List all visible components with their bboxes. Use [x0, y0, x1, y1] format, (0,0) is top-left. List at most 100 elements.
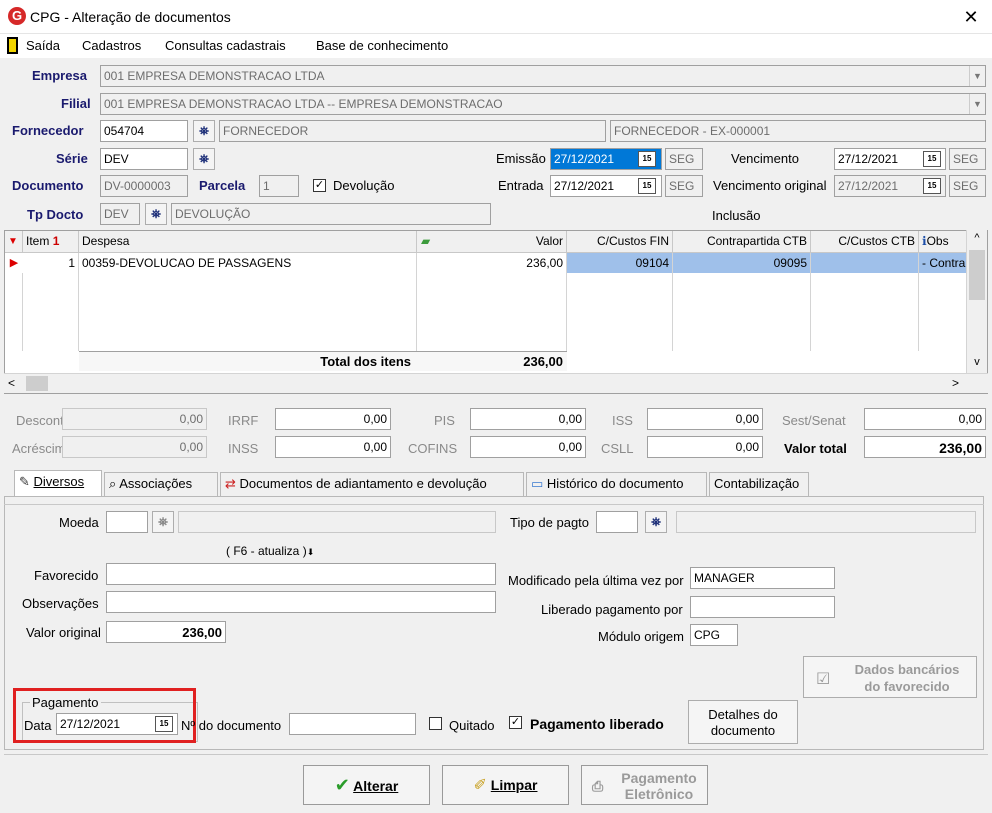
scroll-down-icon[interactable]: v	[967, 356, 987, 368]
fornecedor-ref-field: FORNECEDOR - EX-000001	[610, 120, 986, 142]
table-row-valor[interactable]: 236,00	[417, 253, 567, 273]
grid-divider	[672, 273, 673, 351]
valor-original-label: Valor original	[26, 625, 101, 640]
modulo-origem-field: CPG	[690, 624, 738, 646]
emissao-calendar-icon[interactable]: 15	[638, 151, 656, 167]
table-row-item[interactable]: 1	[23, 253, 79, 273]
favorecido-field[interactable]	[106, 563, 496, 585]
favorecido-label: Favorecido	[34, 568, 99, 583]
valor-original-field: 236,00	[106, 621, 226, 643]
table-row-despesa[interactable]: 00359-DEVOLUCAO DE PASSAGENS	[79, 253, 417, 273]
venc-original-weekday: SEG	[949, 175, 986, 197]
serie-field[interactable]: DEV	[100, 148, 188, 170]
table-row-cc-fin[interactable]: 09104	[567, 253, 673, 273]
filial-label: Filial	[61, 96, 91, 111]
pagamento-liberado-label: Pagamento liberado	[530, 716, 664, 732]
col-despesa-header[interactable]: Despesa	[79, 231, 417, 253]
scroll-thumb[interactable]	[969, 250, 985, 300]
venc-original-calendar-icon: 15	[923, 178, 941, 194]
window-title: CPG - Alteração de documentos	[30, 9, 231, 25]
fornecedor-code-field[interactable]: 054704	[100, 120, 188, 142]
irrf-label: IRRF	[228, 413, 259, 428]
valor-total-label: Valor total	[784, 441, 847, 456]
scroll-up-icon[interactable]: ^	[967, 232, 987, 244]
entrada-calendar-icon[interactable]: 15	[638, 178, 656, 194]
current-row-marker-icon: ▶	[9, 257, 19, 269]
documento-label: Documento	[12, 178, 84, 193]
col-item-header[interactable]: Item 1	[23, 231, 79, 253]
fornecedor-label: Fornecedor	[12, 123, 84, 138]
vencimento-weekday: SEG	[949, 148, 986, 170]
iss-field[interactable]: 0,00	[647, 408, 763, 430]
modificado-label: Modificado pela última vez por	[508, 573, 684, 588]
menu-saida[interactable]: Saída	[26, 38, 60, 53]
pis-field[interactable]: 0,00	[470, 408, 586, 430]
grid-divider	[566, 273, 567, 351]
tpdocto-search-icon[interactable]: ⛯	[145, 203, 167, 225]
documento-field: DV-0000003	[100, 175, 188, 197]
col-cc-fin-header[interactable]: C/Custos FIN	[567, 231, 673, 253]
observacoes-label: Observações	[22, 596, 99, 611]
menu-cadastros[interactable]: Cadastros	[82, 38, 141, 53]
alterar-button[interactable]: ✔ Alterar	[303, 765, 430, 805]
parcela-label: Parcela	[199, 178, 246, 193]
scroll-left-icon[interactable]: <	[8, 376, 15, 390]
menu-base-conhecimento[interactable]: Base de conhecimento	[316, 38, 448, 53]
moeda-search-icon[interactable]: ⛯	[152, 511, 174, 533]
detalhes-documento-button[interactable]: Detalhes do documento	[688, 700, 798, 744]
observacoes-field[interactable]	[106, 591, 496, 613]
hscroll-thumb[interactable]	[26, 376, 48, 391]
col-valor-header[interactable]: ▰ Valor	[417, 231, 567, 253]
serie-search-icon[interactable]: ⛯	[193, 148, 215, 170]
quitado-checkbox[interactable]	[429, 717, 442, 730]
vencimento-calendar-icon[interactable]: 15	[923, 151, 941, 167]
tab-contabilizacao[interactable]: Contabilização	[709, 472, 809, 496]
cofins-field[interactable]: 0,00	[470, 436, 586, 458]
col-cc-ctb-header[interactable]: C/Custos CTB	[811, 231, 919, 253]
col-contrapartida-header[interactable]: Contrapartida CTB	[673, 231, 811, 253]
footer-divider	[4, 754, 988, 755]
tab-associacoes[interactable]: ⌕ Associações	[104, 472, 218, 496]
scroll-right-icon[interactable]: >	[952, 376, 959, 390]
vencimento-label: Vencimento	[731, 151, 799, 166]
entrada-label: Entrada	[498, 178, 544, 193]
tipo-pagto-desc-field	[676, 511, 976, 533]
limpar-button[interactable]: ✐ Limpar	[442, 765, 569, 805]
dados-bancarios-button[interactable]: ☑ Dados bancários do favorecido	[803, 656, 977, 698]
sest-senat-field[interactable]: 0,00	[864, 408, 986, 430]
moeda-field[interactable]	[106, 511, 148, 533]
pagamento-liberado-checkbox[interactable]: ✓	[509, 716, 522, 729]
money-icon: ▰	[421, 234, 431, 248]
tpdocto-label: Tp Docto	[27, 207, 84, 222]
csll-field[interactable]: 0,00	[647, 436, 763, 458]
items-grid[interactable]: ▼ Item 1 Despesa ▰ Valor C/Custos FIN Con…	[4, 230, 988, 394]
pagamento-eletronico-button[interactable]: ⎙ Pagamento Eletrônico	[581, 765, 708, 805]
tab-historico[interactable]: ▭ Histórico do documento	[526, 472, 707, 496]
col-obs-header[interactable]: ℹObs	[919, 231, 967, 253]
filial-dropdown-icon[interactable]: ▼	[969, 94, 985, 114]
grid-divider	[918, 273, 919, 351]
ndoc-field[interactable]	[289, 713, 416, 735]
magnifier-icon: ⌕	[109, 476, 117, 491]
filial-select[interactable]: 001 EMPRESA DEMONSTRACAO LTDA -- EMPRESA…	[100, 93, 986, 115]
grid-horizontal-scrollbar[interactable]: < >	[4, 373, 988, 393]
irrf-field[interactable]: 0,00	[275, 408, 391, 430]
close-icon[interactable]: ✕	[954, 2, 988, 32]
grid-vertical-scrollbar[interactable]: ^ v	[966, 230, 987, 373]
tipo-pagto-field[interactable]	[596, 511, 638, 533]
fornecedor-search-icon[interactable]: ⛯	[193, 120, 215, 142]
empresa-dropdown-icon[interactable]: ▼	[969, 66, 985, 86]
table-row-obs[interactable]: - Contra	[919, 253, 967, 273]
quitado-label: Quitado	[449, 718, 495, 733]
tab-adiantamento-devolucao[interactable]: ⇄ Documentos de adiantamento e devolução	[220, 472, 524, 496]
menu-consultas-cadastrais[interactable]: Consultas cadastrais	[165, 38, 286, 53]
inss-label: INSS	[228, 441, 259, 456]
devolucao-checkbox[interactable]: ✓	[313, 179, 326, 192]
empresa-select[interactable]: 001 EMPRESA DEMONSTRACAO LTDA	[100, 65, 986, 87]
iss-label: ISS	[612, 413, 633, 428]
table-row-contrapartida[interactable]: 09095	[673, 253, 811, 273]
tab-diversos[interactable]: ✎ Diversos	[14, 470, 102, 497]
table-row-cc-ctb[interactable]	[811, 253, 919, 273]
inss-field[interactable]: 0,00	[275, 436, 391, 458]
tipo-pagto-search-icon[interactable]: ⛯	[645, 511, 667, 533]
